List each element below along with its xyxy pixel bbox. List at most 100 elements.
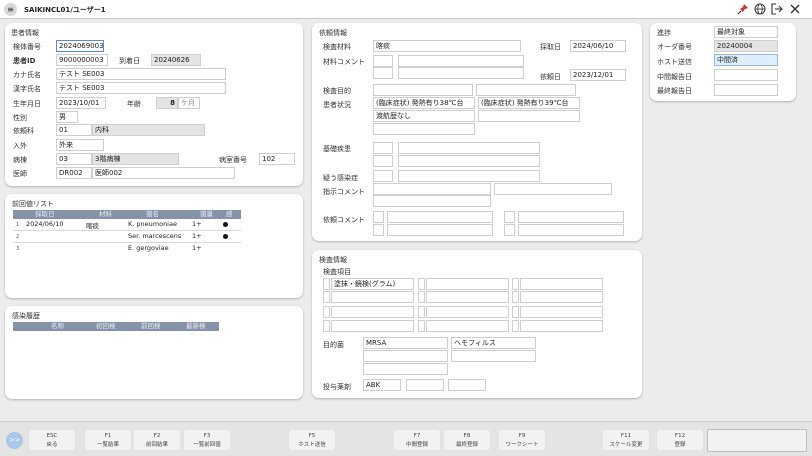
patient-id-field[interactable]: 9000000003 bbox=[56, 54, 108, 66]
underlying-text-1[interactable] bbox=[398, 142, 540, 154]
request-comment-code-2[interactable] bbox=[504, 211, 515, 223]
exam-item-10[interactable] bbox=[331, 320, 414, 332]
exam-item-code-12[interactable] bbox=[512, 320, 519, 332]
f8-final-register-button[interactable]: F8 最終登録 bbox=[444, 430, 490, 450]
logout-icon[interactable] bbox=[770, 3, 783, 16]
f9-worksheet-button[interactable]: F9 ワークシート bbox=[499, 430, 545, 450]
exam-item-11[interactable] bbox=[426, 320, 509, 332]
exam-item-code-11[interactable] bbox=[418, 320, 425, 332]
underlying-text-2[interactable] bbox=[398, 155, 540, 167]
f2-previous-results-button[interactable]: F2 前回結果 bbox=[134, 430, 180, 450]
exam-item-code-5[interactable] bbox=[418, 291, 425, 303]
purpose-field-1[interactable] bbox=[373, 84, 473, 96]
request-comment-text-2[interactable] bbox=[518, 211, 624, 223]
kanji-name-field[interactable]: テスト SE003 bbox=[56, 82, 226, 94]
exam-item-3[interactable] bbox=[520, 278, 603, 290]
dob-field[interactable]: 2023/10/01 bbox=[56, 97, 106, 109]
kana-name-label: カナ氏名 bbox=[13, 71, 41, 79]
exam-item-9[interactable] bbox=[520, 306, 603, 318]
drug-field-3[interactable] bbox=[448, 379, 486, 391]
target-organism-2[interactable]: ヘモフィルス bbox=[451, 337, 536, 349]
col-organism: 菌名 bbox=[146, 210, 159, 218]
kanji-name-label: 漢字氏名 bbox=[13, 85, 41, 93]
condition-field-5[interactable] bbox=[373, 123, 475, 135]
request-comment-code-4[interactable] bbox=[504, 224, 515, 236]
exam-item-code-8[interactable] bbox=[418, 306, 425, 318]
patient-info-panel: 患者情報 検体番号 2024069003 患者ID 9000000003 到着日… bbox=[5, 23, 303, 186]
doctor-code-field[interactable]: DR002 bbox=[56, 167, 92, 179]
condition-field-1[interactable]: (臨床症状) 発熱有り38℃台 bbox=[373, 97, 475, 109]
exam-item-2[interactable] bbox=[426, 278, 509, 290]
f7-interim-register-button[interactable]: F7 中間登録 bbox=[394, 430, 440, 450]
material-comment-text-2[interactable] bbox=[398, 67, 524, 79]
material-comment-text[interactable] bbox=[398, 55, 524, 67]
exam-item-code-9[interactable] bbox=[512, 306, 519, 318]
sex-field[interactable]: 男 bbox=[56, 111, 78, 123]
exam-item-code-10[interactable] bbox=[323, 320, 330, 332]
esc-back-button[interactable]: ESC 戻る bbox=[29, 430, 75, 450]
final-report-field bbox=[714, 84, 778, 96]
exam-item-code-7[interactable] bbox=[323, 306, 330, 318]
row-organism: E. gergoviae bbox=[128, 244, 169, 252]
f11-scale-change-button[interactable]: F11 スケール変更 bbox=[603, 430, 649, 450]
condition-field-3[interactable]: 渡航歴なし bbox=[373, 110, 475, 122]
condition-field-4[interactable] bbox=[478, 110, 580, 122]
request-comment-text-3[interactable] bbox=[387, 224, 493, 236]
material-field[interactable]: 喀痰 bbox=[373, 40, 521, 52]
collect-date-field[interactable]: 2024/06/10 bbox=[570, 40, 626, 52]
f1-list-results-button[interactable]: F1 一覧結果 bbox=[85, 430, 131, 450]
f12-register-button[interactable]: F12 登録 bbox=[657, 430, 703, 450]
exam-item-code-2[interactable] bbox=[418, 278, 425, 290]
pin-icon[interactable] bbox=[736, 3, 749, 16]
target-organism-1[interactable]: MRSA bbox=[363, 337, 448, 349]
menu-button[interactable]: ≡ bbox=[4, 3, 17, 16]
ward-code-field[interactable]: 03 bbox=[56, 153, 92, 165]
drug-field-2[interactable] bbox=[406, 379, 444, 391]
underlying-code-1[interactable] bbox=[373, 142, 393, 154]
fkey-label: 一覧結果 bbox=[96, 442, 119, 448]
room-no-field[interactable]: 102 bbox=[259, 153, 295, 165]
exam-item-4[interactable] bbox=[331, 291, 414, 303]
previous-results-title: 前回値リスト bbox=[12, 200, 54, 208]
f5-host-send-button[interactable]: F5 ホスト送信 bbox=[289, 430, 335, 450]
close-icon[interactable] bbox=[788, 3, 801, 16]
exam-item-code-6[interactable] bbox=[512, 291, 519, 303]
target-organism-4[interactable] bbox=[451, 350, 536, 362]
exam-item-6[interactable] bbox=[520, 291, 603, 303]
dept-code-field[interactable]: 01 bbox=[56, 124, 92, 136]
exam-item-7[interactable] bbox=[331, 306, 414, 318]
exam-item-5[interactable] bbox=[426, 291, 509, 303]
kana-name-field[interactable]: テスト SE003 bbox=[56, 68, 226, 80]
purpose-field-2[interactable] bbox=[476, 84, 576, 96]
exam-item-code-4[interactable] bbox=[323, 291, 330, 303]
underlying-code-2[interactable] bbox=[373, 155, 393, 167]
request-comment-text-1[interactable] bbox=[387, 211, 493, 223]
specimen-no-field[interactable]: 2024069003 bbox=[56, 40, 104, 52]
instruction-field-1[interactable] bbox=[373, 183, 491, 195]
final-report-label: 最終報告日 bbox=[657, 87, 692, 95]
instruction-field-3[interactable] bbox=[373, 195, 491, 207]
target-organism-5[interactable] bbox=[363, 363, 448, 375]
exam-item-12[interactable] bbox=[520, 320, 603, 332]
request-comment-text-4[interactable] bbox=[518, 224, 624, 236]
suspected-code[interactable] bbox=[373, 170, 393, 182]
globe-icon[interactable] bbox=[753, 3, 766, 16]
exam-item-8[interactable] bbox=[426, 306, 509, 318]
inout-field[interactable]: 外来 bbox=[56, 139, 104, 151]
instruction-field-2[interactable] bbox=[494, 183, 612, 195]
expand-button[interactable]: >> bbox=[6, 432, 23, 449]
doctor-name-field[interactable]: 医師002 bbox=[92, 167, 235, 179]
suspected-text[interactable] bbox=[398, 170, 540, 182]
drug-field-1[interactable]: ABK bbox=[363, 379, 401, 391]
exam-item-code-1[interactable] bbox=[323, 278, 330, 290]
exam-item-code-3[interactable] bbox=[512, 278, 519, 290]
request-date-field[interactable]: 2023/12/01 bbox=[570, 69, 626, 81]
material-comment-code-2[interactable] bbox=[373, 67, 393, 79]
condition-field-2[interactable]: (臨床症状) 発熱有り39℃台 bbox=[478, 97, 580, 109]
f3-list-previous-button[interactable]: F3 一覧前回値 bbox=[184, 430, 230, 450]
request-comment-code-3[interactable] bbox=[373, 224, 384, 236]
material-comment-code[interactable] bbox=[373, 55, 393, 67]
request-comment-code-1[interactable] bbox=[373, 211, 384, 223]
target-organism-3[interactable] bbox=[363, 350, 448, 362]
exam-item-1[interactable]: 塗抹・鏡検(グラム) bbox=[331, 278, 414, 290]
